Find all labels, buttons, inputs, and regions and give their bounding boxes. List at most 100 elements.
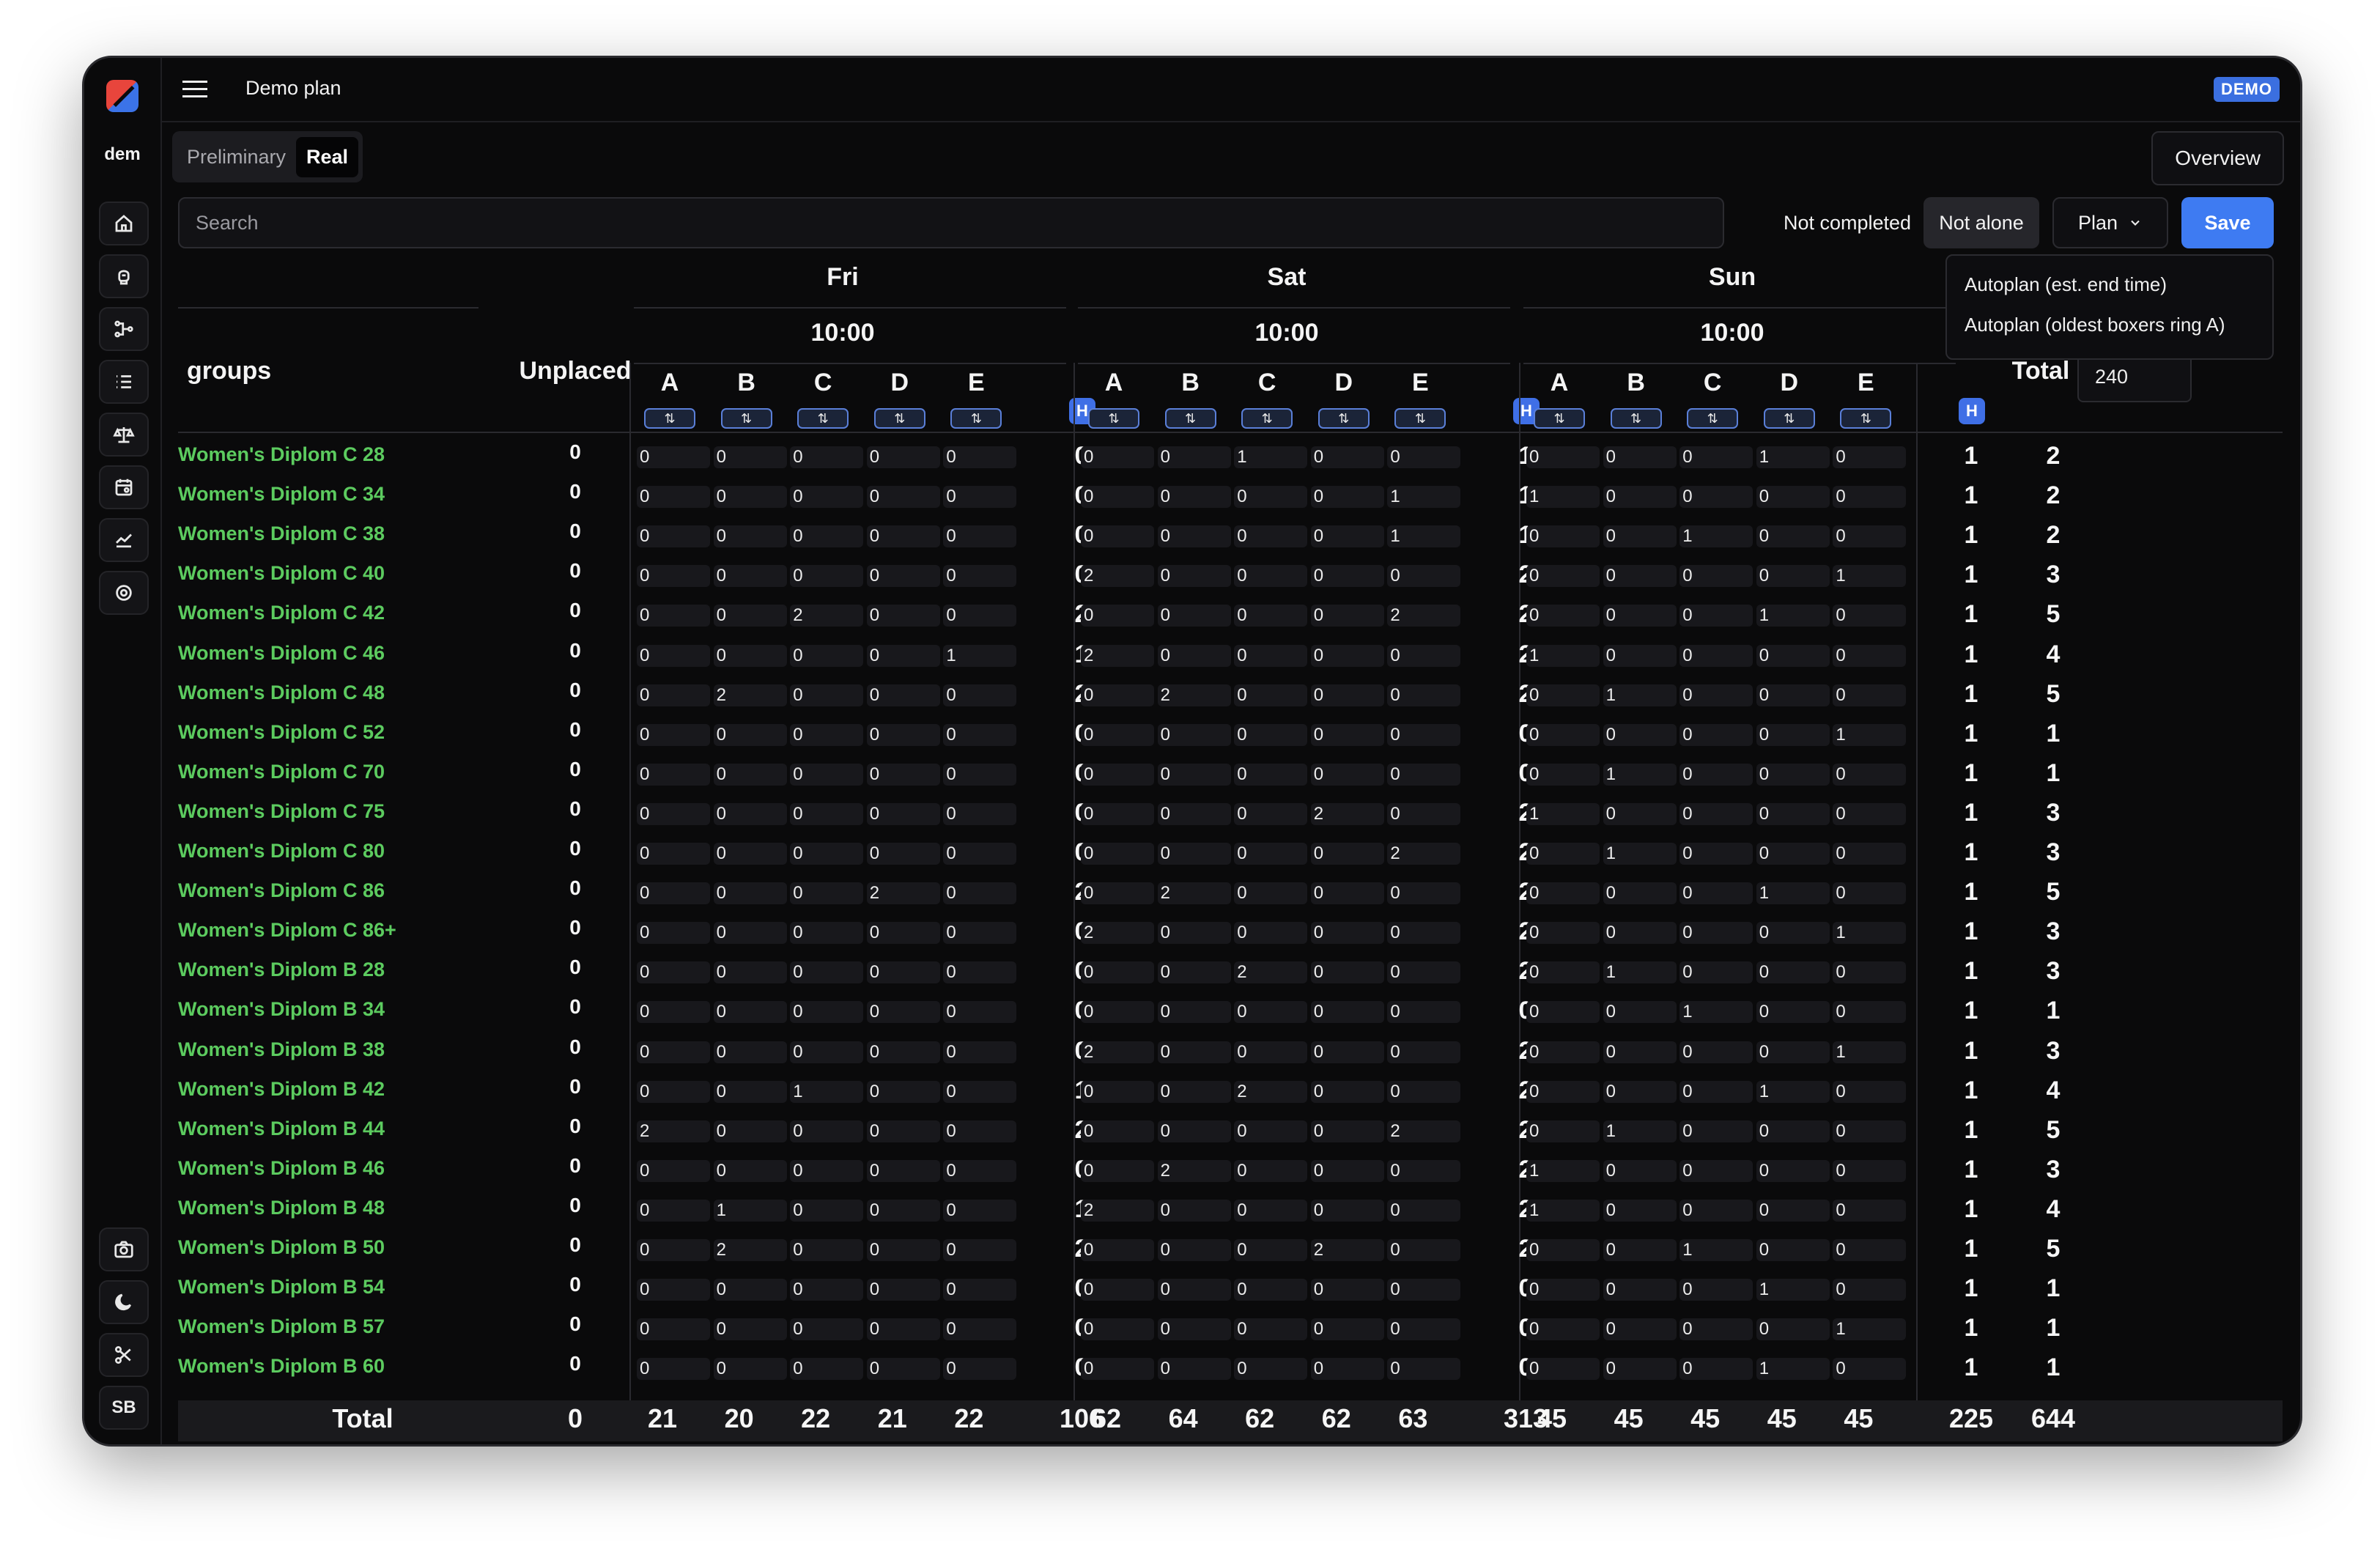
ring-count-input[interactable]: 0 — [1603, 446, 1677, 468]
ring-count-input[interactable]: 0 — [1234, 644, 1308, 667]
ring-count-input[interactable]: 0 — [1526, 684, 1600, 706]
ring-count-input[interactable]: 2 — [790, 605, 864, 627]
ring-count-input[interactable]: 0 — [790, 684, 864, 706]
ring-count-input[interactable]: 2 — [1157, 1159, 1231, 1182]
sort-button[interactable]: ⇅ — [1241, 408, 1293, 429]
ring-count-input[interactable]: 0 — [637, 763, 710, 786]
ring-count-input[interactable]: 0 — [866, 1001, 940, 1024]
ring-count-input[interactable]: 0 — [1603, 1318, 1677, 1341]
sort-button[interactable]: ⇅ — [1610, 408, 1662, 429]
ring-count-input[interactable]: 0 — [1833, 1199, 1907, 1222]
bracket-icon[interactable] — [99, 307, 149, 351]
ring-count-input[interactable]: 0 — [1756, 1239, 1830, 1261]
ring-count-input[interactable]: 0 — [1081, 1001, 1154, 1024]
ring-count-input[interactable]: 0 — [1157, 802, 1231, 825]
ring-count-input[interactable]: 1 — [1833, 723, 1907, 746]
ring-count-input[interactable]: 0 — [637, 605, 710, 627]
ring-count-input[interactable]: 0 — [1526, 1041, 1600, 1063]
ring-count-input[interactable]: 0 — [1310, 1041, 1384, 1063]
ring-count-input[interactable]: 0 — [1157, 961, 1231, 984]
ring-count-input[interactable]: 0 — [943, 922, 1017, 945]
calendar-icon[interactable] — [99, 465, 149, 509]
ring-count-input[interactable]: 0 — [637, 684, 710, 706]
ring-count-input[interactable]: 0 — [713, 723, 787, 746]
ring-count-input[interactable]: 0 — [1833, 605, 1907, 627]
ring-count-input[interactable]: 0 — [943, 843, 1017, 865]
ring-count-input[interactable]: 0 — [1157, 763, 1231, 786]
ring-count-input[interactable]: 2 — [1387, 843, 1461, 865]
ring-count-input[interactable]: 0 — [1756, 1199, 1830, 1222]
settings-icon[interactable] — [99, 571, 149, 615]
ring-count-input[interactable]: 0 — [1234, 525, 1308, 548]
ring-count-input[interactable]: 0 — [943, 1358, 1017, 1381]
ring-count-input[interactable]: 0 — [1756, 843, 1830, 865]
sort-button[interactable]: ⇅ — [950, 408, 1002, 429]
ring-count-input[interactable]: 2 — [866, 882, 940, 905]
ring-count-input[interactable]: 1 — [1526, 486, 1600, 509]
ring-count-input[interactable]: 0 — [1081, 763, 1154, 786]
ring-count-input[interactable]: 0 — [1310, 486, 1384, 509]
ring-count-input[interactable]: 0 — [866, 1239, 940, 1261]
ring-count-input[interactable]: 0 — [1157, 1318, 1231, 1341]
ring-count-input[interactable]: 0 — [1234, 723, 1308, 746]
ring-count-input[interactable]: 0 — [866, 1041, 940, 1063]
group-name-link[interactable]: Women's Diplom B 28 — [178, 959, 385, 981]
ring-count-input[interactable]: 0 — [1603, 882, 1677, 905]
ring-count-input[interactable]: 1 — [1387, 525, 1461, 548]
sort-button[interactable]: ⇅ — [1763, 408, 1815, 429]
group-name-link[interactable]: Women's Diplom C 46 — [178, 642, 385, 665]
ring-count-input[interactable]: 1 — [1234, 446, 1308, 468]
ring-count-input[interactable]: 0 — [943, 446, 1017, 468]
ring-count-input[interactable]: 0 — [1679, 1358, 1753, 1381]
group-name-link[interactable]: Women's Diplom C 38 — [178, 522, 385, 545]
ring-count-input[interactable]: 2 — [1387, 605, 1461, 627]
ring-count-input[interactable]: 0 — [1157, 1199, 1231, 1222]
group-name-link[interactable]: Women's Diplom B 46 — [178, 1157, 385, 1180]
ring-count-input[interactable]: 0 — [1157, 843, 1231, 865]
ring-count-input[interactable]: 2 — [1081, 565, 1154, 588]
ring-count-input[interactable]: 0 — [1679, 1120, 1753, 1142]
ring-count-input[interactable]: 0 — [1679, 843, 1753, 865]
group-name-link[interactable]: Women's Diplom B 54 — [178, 1276, 385, 1299]
ring-count-input[interactable]: 0 — [1157, 565, 1231, 588]
ring-count-input[interactable]: 0 — [1679, 486, 1753, 509]
ring-count-input[interactable]: 0 — [1234, 486, 1308, 509]
ring-count-input[interactable]: 0 — [943, 605, 1017, 627]
group-name-link[interactable]: Women's Diplom C 28 — [178, 443, 385, 466]
ring-count-input[interactable]: 0 — [1833, 802, 1907, 825]
ring-count-input[interactable]: 0 — [1234, 1279, 1308, 1301]
ring-count-input[interactable]: 0 — [1157, 525, 1231, 548]
ring-count-input[interactable]: 1 — [1756, 605, 1830, 627]
ring-count-input[interactable]: 0 — [1526, 1239, 1600, 1261]
ring-count-input[interactable]: 0 — [1833, 961, 1907, 984]
ring-count-input[interactable]: 0 — [943, 1120, 1017, 1142]
ring-count-input[interactable]: 1 — [943, 644, 1017, 667]
group-name-link[interactable]: Women's Diplom B 60 — [178, 1355, 385, 1378]
ring-count-input[interactable]: 0 — [943, 1001, 1017, 1024]
ring-count-input[interactable]: 0 — [1310, 882, 1384, 905]
save-button[interactable]: Save — [2181, 197, 2274, 248]
ring-count-input[interactable]: 0 — [866, 1159, 940, 1182]
group-name-link[interactable]: Women's Diplom C 48 — [178, 682, 385, 704]
group-name-link[interactable]: Women's Diplom B 34 — [178, 998, 385, 1021]
ring-count-input[interactable]: 0 — [1833, 763, 1907, 786]
ring-count-input[interactable]: 0 — [1679, 605, 1753, 627]
ring-count-input[interactable]: 0 — [1833, 525, 1907, 548]
ring-count-input[interactable]: 0 — [1679, 1199, 1753, 1222]
ring-count-input[interactable]: 0 — [1679, 1279, 1753, 1301]
ring-count-input[interactable]: 0 — [790, 446, 864, 468]
ring-count-input[interactable]: 0 — [1679, 1318, 1753, 1341]
ring-count-input[interactable]: 0 — [713, 525, 787, 548]
ring-count-input[interactable]: 0 — [1679, 763, 1753, 786]
ring-count-input[interactable]: 0 — [1526, 446, 1600, 468]
ring-count-input[interactable]: 0 — [1756, 1318, 1830, 1341]
ring-count-input[interactable]: 0 — [866, 525, 940, 548]
list-icon[interactable] — [99, 360, 149, 404]
ring-count-input[interactable]: 0 — [943, 1080, 1017, 1103]
ring-count-input[interactable]: 0 — [1756, 644, 1830, 667]
ring-count-input[interactable]: 0 — [713, 763, 787, 786]
ring-count-input[interactable]: 0 — [1833, 1159, 1907, 1182]
ring-count-input[interactable]: 0 — [637, 1041, 710, 1063]
ring-count-input[interactable]: 0 — [1234, 684, 1308, 706]
ring-count-input[interactable]: 0 — [1603, 723, 1677, 746]
